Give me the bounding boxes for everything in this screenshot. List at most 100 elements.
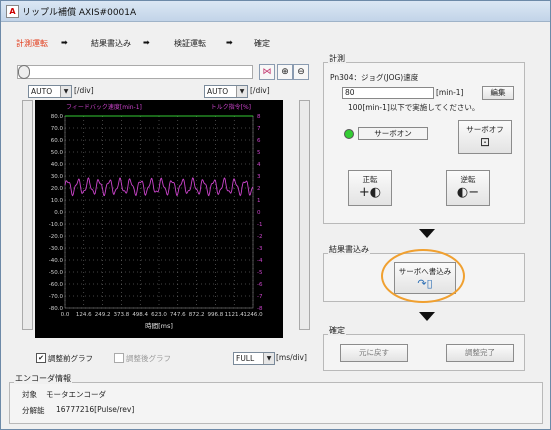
x-tick-label: 996.8	[208, 312, 224, 318]
x-tick-label: 1246.0	[243, 312, 263, 318]
y-left-tick-label: -70.0	[49, 294, 64, 300]
arrow-icon: ➡	[143, 38, 150, 47]
y-left-tick-label: 10.0	[51, 198, 64, 204]
x-tick-label: 249.2	[95, 312, 111, 318]
encoder-res-label: 分解能	[22, 406, 45, 415]
y-left-tick-label: -20.0	[49, 234, 64, 240]
chevron-down-icon[interactable]: ▼	[236, 86, 247, 97]
zoom-in-icon[interactable]: ⊕	[277, 64, 293, 80]
servo-status-indicator-icon	[344, 129, 354, 139]
speed-note: 100[min-1]以下で実施してください。	[348, 103, 480, 112]
a-logo: A	[6, 5, 19, 18]
right-axis-scale-select[interactable]: AUTO ▼	[204, 85, 248, 98]
measure-group: 計測 Pn304：ジョグ(JOG)速度 80 [min-1] 編集 100[mi…	[323, 53, 525, 224]
y-left-tick-label: 50.0	[51, 150, 64, 156]
right-axis-scrollbar[interactable]	[299, 100, 310, 330]
left-axis-scale-select[interactable]: AUTO ▼	[28, 85, 72, 98]
x-tick-label: 872.2	[189, 312, 205, 318]
forward-motor-icon: +◐	[358, 185, 382, 200]
right-axis-title: トルク指令[%]	[211, 103, 251, 111]
motor-icon: ⊡	[479, 135, 491, 149]
arrow-icon: ➡	[61, 38, 68, 47]
finish-adjust-button[interactable]: 調整完了	[446, 344, 514, 362]
step-verify: 検証運転	[174, 39, 206, 48]
ripple-chart: フィードバック速度[min-1] トルク指令[%] 80.0 8 70.0 7 60.0 6 5…	[35, 100, 283, 338]
y-left-tick-label: -50.0	[49, 270, 64, 276]
y-left-tick-label: 20.0	[51, 186, 64, 192]
step-confirm: 確定	[254, 39, 270, 48]
y-left-tick-label: -40.0	[49, 258, 64, 264]
confirm-group-title: 確定	[328, 325, 346, 336]
zoom-out-icon[interactable]: ⊖	[293, 64, 309, 80]
y-left-tick-label: -10.0	[49, 222, 64, 228]
after-graph-checkbox[interactable]	[114, 353, 124, 363]
time-scale-select[interactable]: FULL ▼	[233, 352, 275, 365]
x-axis-title: 時間[ms]	[145, 322, 173, 330]
title-bar: A リップル補償 AXIS#0001A	[1, 1, 550, 22]
y-right-tick-label: -3	[257, 246, 263, 252]
y-right-tick-label: 2	[257, 186, 261, 192]
y-left-tick-label: 40.0	[51, 162, 64, 168]
y-right-tick-label: -1	[257, 222, 262, 228]
edit-button[interactable]: 編集	[482, 86, 514, 100]
time-scale-unit: [ms/div]	[276, 353, 307, 362]
encoder-res-value: 16777216[Pulse/rev]	[56, 405, 135, 414]
chevron-down-icon[interactable]: ▼	[263, 353, 274, 364]
encoder-group-title: エンコーダ情報	[14, 373, 72, 384]
reverse-button[interactable]: 逆転 ◐−	[446, 170, 490, 206]
right-axis-unit: [/div]	[250, 86, 270, 95]
before-graph-label: 調整前グラフ	[48, 354, 93, 363]
y-right-tick-label: 0	[257, 210, 261, 216]
left-axis-scrollbar[interactable]	[22, 100, 33, 330]
forward-label: 正転	[362, 175, 378, 184]
servo-off-label: サーボオフ	[466, 125, 504, 134]
main-window: A リップル補償 AXIS#0001A 計測運転 ➡ 結果書込み ➡ 検証運転 …	[0, 0, 551, 430]
write-group-title: 結果書込み	[328, 244, 370, 255]
encoder-type-value: モータエンコーダ	[46, 390, 106, 399]
forward-button[interactable]: 正転 +◐	[348, 170, 392, 206]
servo-status-field: サーボオン	[358, 127, 428, 140]
highlight-circle	[381, 249, 465, 303]
left-axis-title: フィードバック速度[min-1]	[66, 103, 142, 111]
tune-icon[interactable]: ⋈	[259, 64, 275, 80]
left-axis-unit: [/div]	[74, 86, 94, 95]
after-graph-label: 調整後グラフ	[126, 354, 171, 363]
x-tick-label: 498.4	[132, 312, 148, 318]
y-left-tick-label: 60.0	[51, 138, 64, 144]
step-write: 結果書込み	[91, 39, 131, 48]
arrow-icon: ➡	[226, 38, 233, 47]
y-right-tick-label: 6	[257, 138, 261, 144]
y-right-tick-label: 7	[257, 126, 261, 132]
slider-knob[interactable]	[18, 65, 30, 79]
chart-svg: フィードバック速度[min-1] トルク指令[%] 80.0 8 70.0 7 60.0 6 5…	[49, 103, 263, 330]
x-tick-label: 0.0	[61, 312, 70, 318]
y-left-tick-label: 70.0	[51, 126, 64, 132]
y-left-tick-label: 0.0	[54, 210, 63, 216]
y-left-tick-label: 80.0	[51, 114, 64, 120]
y-left-tick-label: 30.0	[51, 174, 64, 180]
step-measure: 計測運転	[16, 39, 48, 48]
flow-down-arrow-icon	[419, 229, 435, 238]
y-right-tick-label: -7	[257, 294, 263, 300]
x-tick-label: 1121.4	[225, 312, 245, 318]
jog-speed-field[interactable]: 80	[342, 87, 434, 99]
before-graph-checkbox[interactable]: ✔	[36, 353, 46, 363]
y-right-tick-label: 1	[257, 198, 261, 204]
encoder-type-label: 対象	[22, 390, 37, 399]
measure-group-title: 計測	[328, 53, 346, 64]
confirm-group: 確定 元に戻す 調整完了	[323, 325, 525, 371]
x-tick-label: 124.6	[76, 312, 92, 318]
servo-off-button[interactable]: サーボオフ ⊡	[458, 120, 512, 154]
x-tick-label: 747.6	[170, 312, 186, 318]
x-tick-label: 373.8	[114, 312, 130, 318]
y-right-tick-label: -2	[257, 234, 262, 240]
chevron-down-icon[interactable]: ▼	[60, 86, 71, 97]
revert-button[interactable]: 元に戻す	[340, 344, 408, 362]
y-right-tick-label: -5	[257, 270, 263, 276]
y-right-tick-label: 4	[257, 162, 261, 168]
encoder-group: エンコーダ情報 対象 モータエンコーダ 分解能 16777216[Pulse/r…	[9, 373, 543, 424]
jog-speed-unit: [min-1]	[436, 88, 464, 97]
time-slider[interactable]	[17, 65, 253, 79]
y-left-tick-label: -60.0	[49, 282, 64, 288]
reverse-motor-icon: ◐−	[456, 185, 480, 200]
